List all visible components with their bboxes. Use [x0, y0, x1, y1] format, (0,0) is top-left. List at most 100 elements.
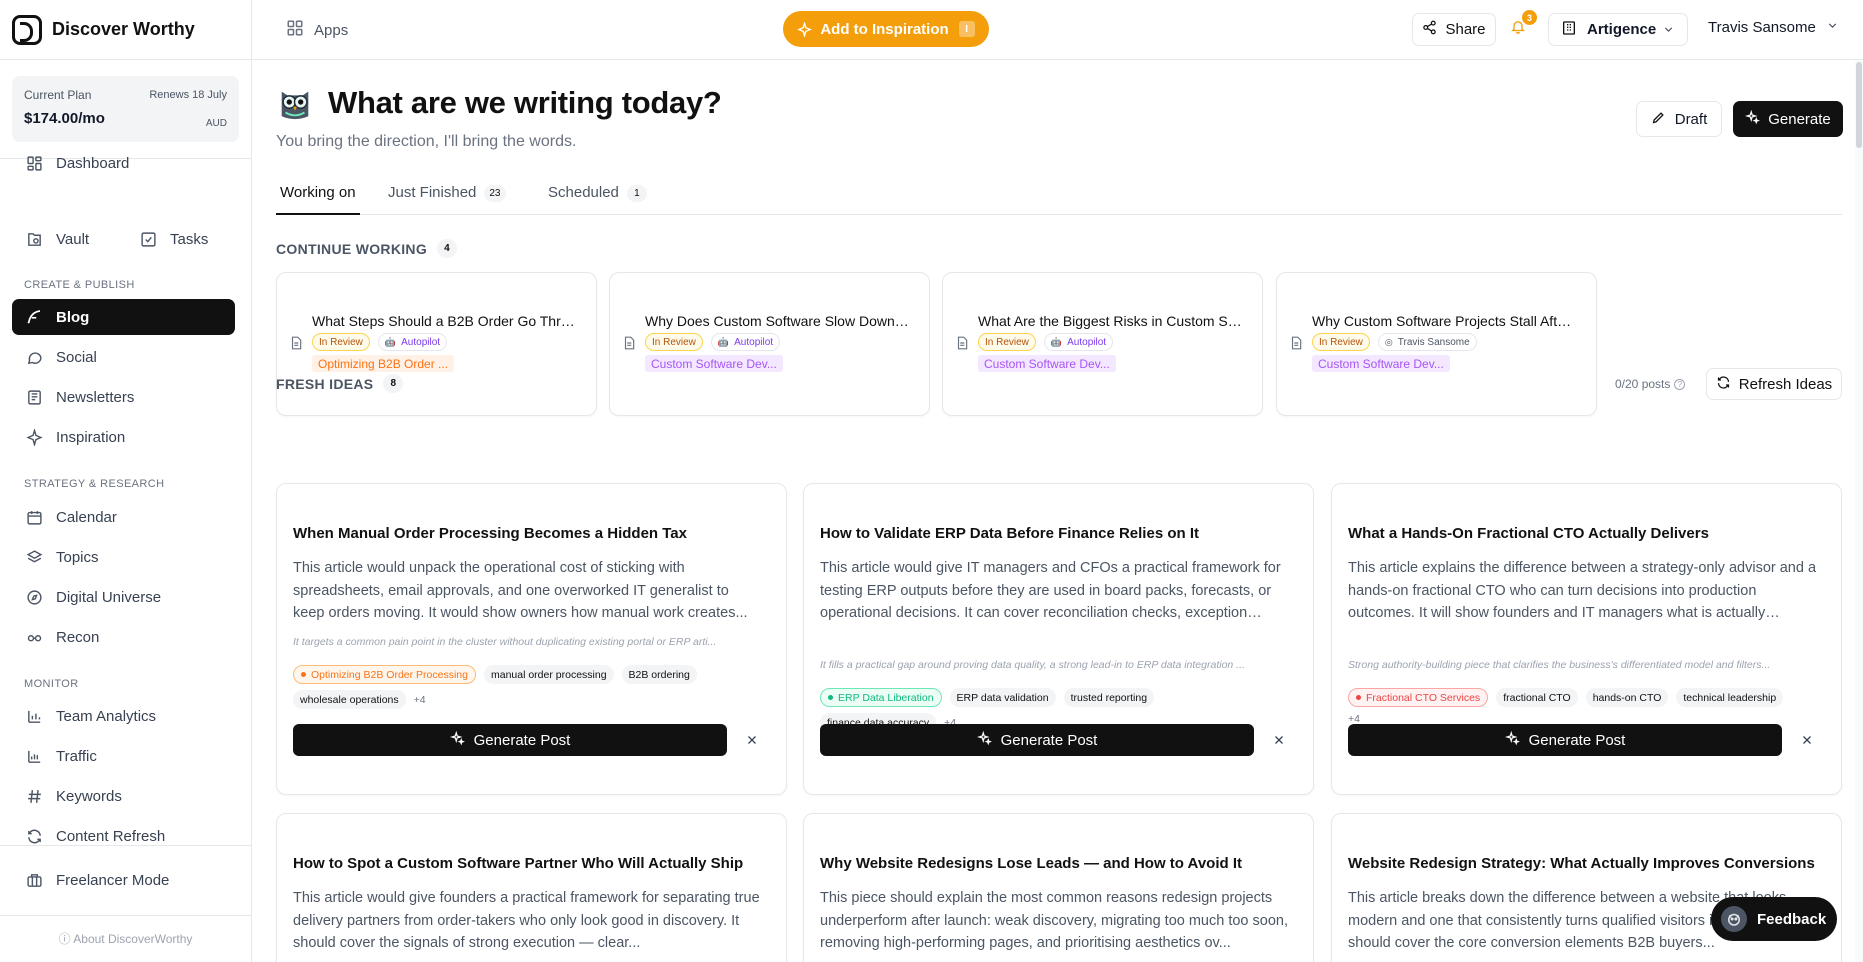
about-link[interactable]: ⓘ About DiscoverWorthy: [0, 930, 251, 947]
tab-bar: Working on Just Finished 23 Scheduled 1: [276, 184, 1842, 215]
add-to-inspiration-button[interactable]: Add to Inspiration I: [783, 11, 989, 47]
sidebar-item-social[interactable]: Social: [12, 339, 235, 375]
draft-label: Draft: [1674, 110, 1708, 128]
apps-button[interactable]: Apps: [286, 19, 348, 41]
sidebar-item-freelancer-mode[interactable]: Freelancer Mode: [12, 862, 235, 898]
sidebar-item-recon[interactable]: Recon: [12, 619, 235, 655]
status-badge: In Review: [645, 333, 703, 351]
generate-post-label: Generate Post: [473, 731, 571, 749]
topic-tag[interactable]: Fractional CTO Services: [1348, 688, 1489, 707]
topic-tag: Custom Software Dev...: [645, 355, 783, 372]
organization-selector[interactable]: Artigence: [1548, 13, 1688, 46]
owner-label: Travis Sansome: [1397, 336, 1470, 348]
continue-card[interactable]: Why Does Custom Software Slow Down as ..…: [609, 272, 930, 416]
owner-badge: 🤖 Autopilot: [377, 333, 448, 351]
document-icon: [955, 335, 969, 354]
sparkles-icon: [1745, 109, 1761, 129]
topic-tag[interactable]: Optimizing B2B Order Processing: [293, 665, 476, 684]
sidebar-item-newsletters[interactable]: Newsletters: [12, 379, 235, 415]
tiger-avatar-icon: [1721, 906, 1747, 932]
keyword-tag: technical leadership: [1676, 688, 1784, 707]
post-quota: 0/20 posts ?: [1615, 377, 1686, 391]
sidebar-item-team-analytics[interactable]: Team Analytics: [12, 698, 235, 734]
dismiss-idea-close-icon[interactable]: [1799, 732, 1815, 748]
generate-post-button[interactable]: Generate Post: [293, 724, 727, 756]
grid-icon: [286, 19, 304, 41]
help-icon[interactable]: ?: [1674, 378, 1686, 390]
sidebar-item-blog[interactable]: Blog: [12, 299, 235, 335]
draft-button[interactable]: Draft: [1636, 101, 1722, 137]
generate-button[interactable]: Generate: [1733, 101, 1843, 137]
document-icon: [289, 335, 303, 354]
refresh-ideas-label: Refresh Ideas: [1738, 375, 1833, 393]
idea-title: What a Hands-On Fractional CTO Actually …: [1348, 525, 1709, 542]
status-badge: In Review: [1312, 333, 1370, 351]
keyword-tag: fractional CTO: [1496, 688, 1578, 707]
generate-post-button[interactable]: Generate Post: [1348, 724, 1782, 756]
sidebar-item-label: Content Refresh: [56, 827, 166, 845]
sidebar-item-topics[interactable]: Topics: [12, 539, 235, 575]
topic-label: ERP Data Liberation: [838, 691, 934, 704]
status-badge: In Review: [312, 333, 370, 351]
info-icon: ⓘ: [58, 932, 74, 946]
continue-card[interactable]: Why Custom Software Projects Stall After…: [1276, 272, 1597, 416]
scrollbar-thumb[interactable]: [1856, 62, 1862, 148]
idea-description: This article explains the difference bet…: [1348, 560, 1817, 621]
traffic-chart-icon: [24, 746, 44, 766]
idea-title: How to Spot a Custom Software Partner Wh…: [293, 855, 744, 872]
user-menu[interactable]: Travis Sansome: [1708, 19, 1839, 36]
sidebar-item-label: Newsletters: [56, 388, 135, 406]
sidebar-item-traffic[interactable]: Traffic: [12, 738, 235, 774]
layers-icon: [24, 547, 44, 567]
sidebar-item-inspiration[interactable]: Inspiration: [12, 419, 235, 455]
sidebar-item-keywords[interactable]: Keywords: [12, 778, 235, 814]
refresh-ideas-button[interactable]: Refresh Ideas: [1706, 368, 1842, 400]
section-title: FRESH IDEAS: [276, 375, 374, 392]
continue-card[interactable]: What Steps Should a B2B Order Go Through…: [276, 272, 597, 416]
tab-just-finished[interactable]: Just Finished 23: [384, 184, 510, 215]
brand[interactable]: Discover Worthy: [0, 0, 251, 60]
idea-description: This article would give IT managers and …: [820, 560, 1281, 621]
idea-reason: Strong authority-building piece that cla…: [1348, 659, 1771, 671]
topic-tag[interactable]: ERP Data Liberation: [820, 688, 942, 707]
page-subtitle: You bring the direction, I'll bring the …: [276, 133, 577, 150]
keyword-tag: trusted reporting: [1063, 688, 1155, 707]
sidebar-item-label: Freelancer Mode: [56, 871, 170, 889]
sparkles-icon: [1504, 730, 1520, 750]
sidebar-item-label: Digital Universe: [56, 588, 162, 606]
tab-count: 23: [484, 185, 506, 202]
sidebar-item-dashboard[interactable]: Dashboard: [12, 145, 235, 181]
scrollbar-track[interactable]: [1855, 60, 1863, 962]
tab-working-on[interactable]: Working on: [276, 184, 360, 215]
generate-label: Generate: [1768, 110, 1831, 128]
sparkles-icon: [976, 730, 992, 750]
sidebar: Discover Worthy Current Plan Renews 18 J…: [0, 0, 252, 962]
topic-label: Optimizing B2B Order Processing: [311, 668, 468, 681]
sidebar-item-label: Vault: [56, 230, 90, 248]
more-tags-count[interactable]: +4: [414, 694, 426, 706]
idea-title: Website Redesign Strategy: What Actually…: [1348, 855, 1815, 872]
section-title: CONTINUE WORKING: [276, 240, 428, 257]
dashboard-icon: [24, 153, 44, 173]
tab-scheduled[interactable]: Scheduled 1: [544, 184, 651, 215]
sidebar-item-calendar[interactable]: Calendar: [12, 499, 235, 535]
feedback-button[interactable]: Feedback: [1711, 897, 1837, 941]
continue-card[interactable]: What Are the Biggest Risks in Custom Sof…: [942, 272, 1263, 416]
dismiss-idea-close-icon[interactable]: [1271, 732, 1287, 748]
dismiss-idea-close-icon[interactable]: [744, 732, 760, 748]
idea-card: What a Hands-On Fractional CTO Actually …: [1331, 483, 1842, 795]
share-button[interactable]: Share: [1412, 13, 1496, 46]
keyword-tag: manual order processing: [483, 665, 614, 684]
sidebar-item-vault[interactable]: Vault: [24, 229, 89, 249]
idea-title: When Manual Order Processing Becomes a H…: [293, 525, 687, 542]
sidebar-item-tasks[interactable]: Tasks: [138, 229, 208, 249]
sidebar-item-label: Keywords: [56, 787, 122, 805]
idea-description: This article would unpack the operationa…: [293, 560, 748, 621]
notification-badge: 3: [1522, 10, 1537, 25]
generate-post-button[interactable]: Generate Post: [820, 724, 1254, 756]
sidebar-item-content-refresh[interactable]: Content Refresh: [12, 818, 235, 854]
sidebar-item-digital-universe[interactable]: Digital Universe: [12, 579, 235, 615]
sidebar-item-label: Recon: [56, 628, 100, 646]
current-plan-card[interactable]: Current Plan Renews 18 July $174.00/mo A…: [12, 76, 239, 142]
sidebar-item-label: Dashboard: [56, 154, 130, 172]
